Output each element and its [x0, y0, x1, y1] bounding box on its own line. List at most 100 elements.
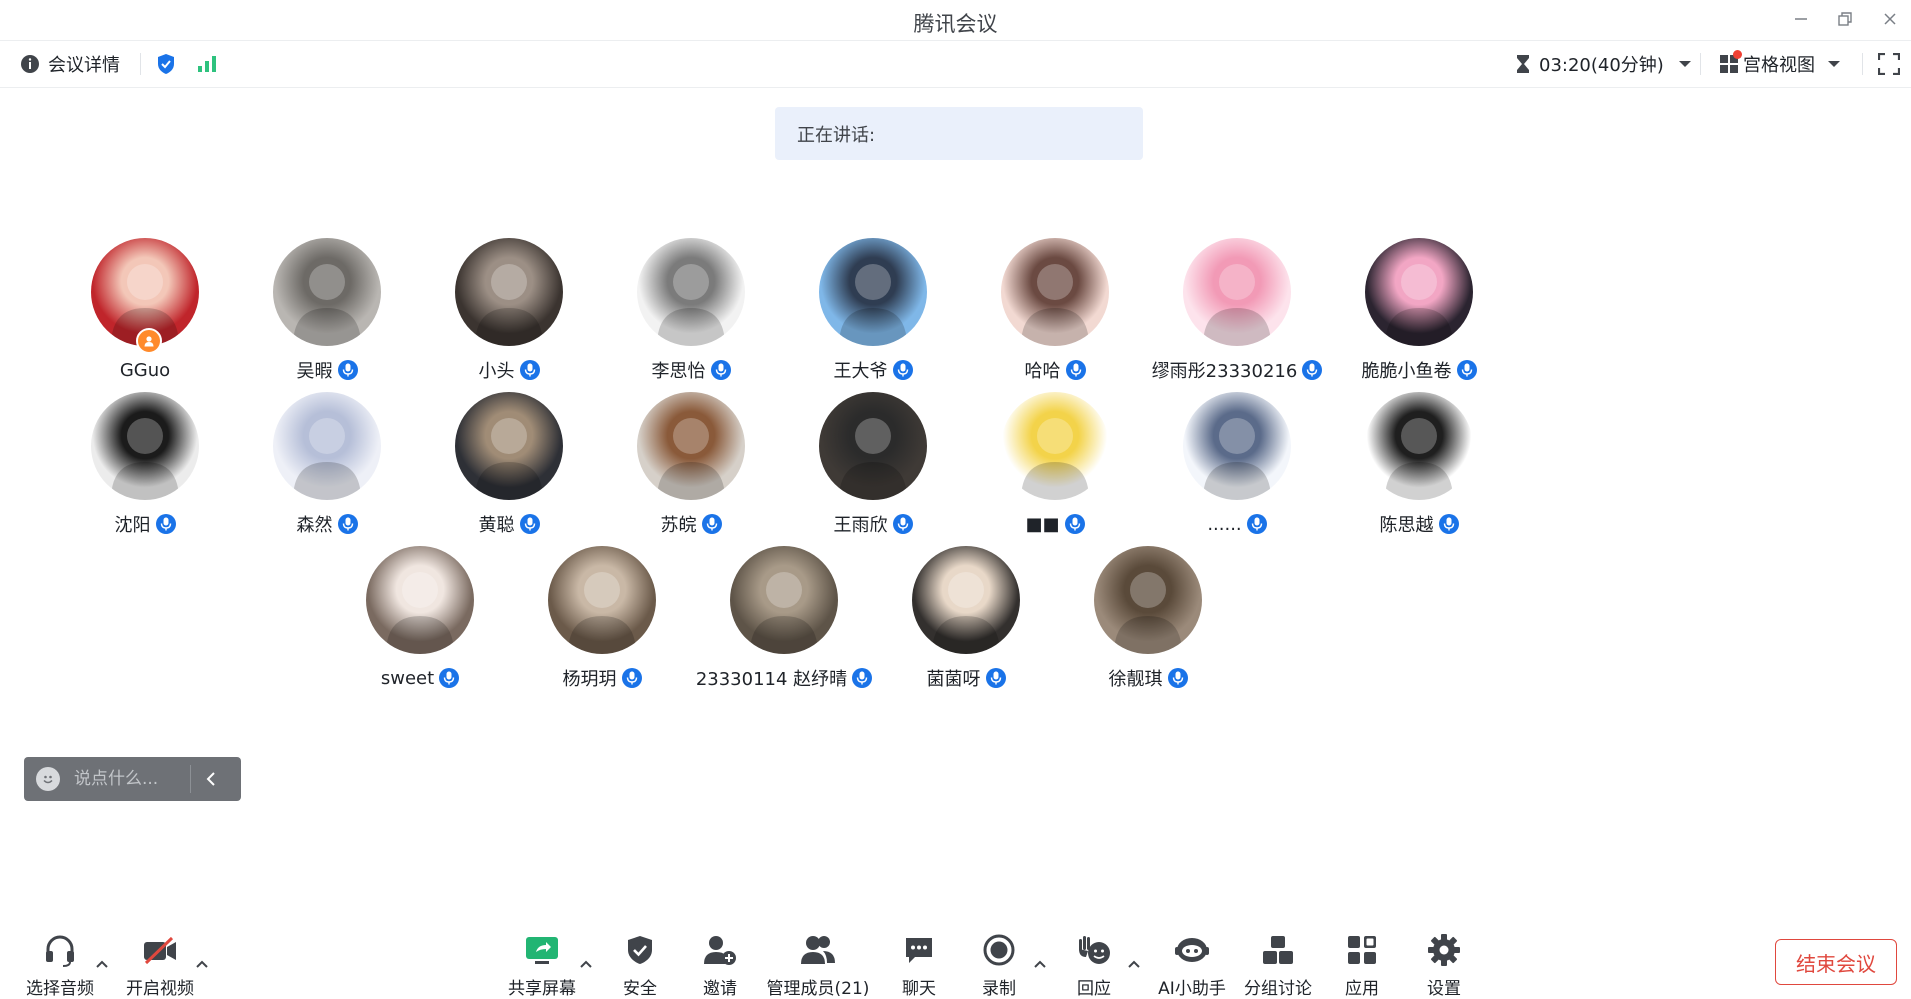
fullscreen-button[interactable] [1878, 41, 1900, 87]
settings-button[interactable]: 设置 [1396, 930, 1492, 999]
record-label: 录制 [982, 979, 1016, 999]
microphone-icon [1438, 514, 1459, 534]
reaction-options-button[interactable] [1125, 957, 1143, 971]
participant-name-row: 李思怡 [652, 358, 731, 382]
avatar[interactable] [273, 238, 381, 346]
microphone-icon [701, 514, 722, 534]
participant-name-row: ...... [1207, 512, 1267, 536]
breakout-rooms-label: 分组讨论 [1244, 979, 1312, 999]
manage-members-button[interactable]: 管理成员(21) [767, 930, 869, 999]
network-status-button[interactable] [197, 41, 217, 87]
participant-name: 吴暇 [296, 361, 333, 382]
microphone-icon [1064, 514, 1085, 534]
collapse-chat-button[interactable] [191, 757, 231, 801]
apps-label: 应用 [1345, 979, 1379, 999]
notification-dot [1733, 50, 1742, 59]
avatar[interactable] [273, 392, 381, 500]
headset-icon [40, 930, 80, 970]
participant-name-row: 王雨欣 [834, 512, 913, 536]
host-icon [136, 328, 162, 354]
info-icon [21, 55, 39, 73]
audio-options-button[interactable] [93, 957, 111, 971]
avatar[interactable] [1001, 392, 1109, 500]
chat-quick-input [24, 757, 241, 801]
participant-name-row: 苏皖 [661, 512, 722, 536]
avatar[interactable] [1183, 392, 1291, 500]
record-icon [979, 930, 1019, 970]
invite-label: 邀请 [703, 979, 737, 999]
invite-button[interactable]: 邀请 [672, 930, 768, 999]
microphone-icon [1456, 360, 1477, 380]
avatar[interactable] [912, 546, 1020, 654]
avatar-image [912, 546, 1020, 654]
chevron-up-icon [196, 960, 208, 968]
avatar-image [1183, 392, 1291, 500]
avatar[interactable] [1001, 238, 1109, 346]
avatar[interactable] [819, 392, 927, 500]
video-options-button[interactable] [193, 957, 211, 971]
end-meeting-button[interactable]: 结束会议 [1775, 939, 1897, 985]
security-label: 安全 [623, 979, 657, 999]
participant-name-row: 陈思越 [1380, 512, 1459, 536]
avatar-image [273, 238, 381, 346]
microphone-icon [1065, 360, 1086, 380]
meeting-details-button[interactable]: 会议详情 [20, 41, 120, 87]
avatar-image [1001, 238, 1109, 346]
participant-name-row: 菌菌呀 [927, 666, 1006, 690]
ai-robot-icon [1172, 930, 1212, 970]
participant-name-row: 王大爷 [834, 358, 913, 382]
meeting-details-label: 会议详情 [48, 55, 120, 76]
avatar[interactable] [730, 546, 838, 654]
participant-tile[interactable]: 陈思越 [1308, 392, 1530, 536]
avatar-image [819, 392, 927, 500]
avatar[interactable] [819, 238, 927, 346]
active-speaker-banner: 正在讲话: [775, 107, 1143, 160]
avatar[interactable] [91, 238, 199, 354]
avatar[interactable] [1094, 546, 1202, 654]
ai-assistant-button[interactable]: AI小助手 [1144, 930, 1240, 999]
apps-grid-icon [1342, 930, 1382, 970]
participant-tile[interactable]: 徐靓琪 [1037, 546, 1259, 690]
participant-name: ■■ [1025, 513, 1060, 535]
participant-name: 沈阳 [114, 515, 151, 536]
signal-bars-icon [198, 56, 216, 72]
microphone-icon [710, 360, 731, 380]
participant-name: GGuo [119, 359, 171, 381]
participant-name: 菌菌呀 [926, 669, 981, 690]
close-button[interactable] [1870, 6, 1910, 32]
breakout-rooms-button[interactable]: 分组讨论 [1230, 930, 1326, 999]
restore-button[interactable] [1825, 6, 1865, 32]
avatar[interactable] [366, 546, 474, 654]
avatar[interactable] [455, 238, 563, 346]
participant-name-row: ■■ [1025, 512, 1085, 536]
avatar-image [637, 392, 745, 500]
emoji-button[interactable] [36, 767, 60, 791]
microphone-icon [337, 360, 358, 380]
avatar[interactable] [637, 392, 745, 500]
participant-name-row: 哈哈 [1025, 358, 1086, 382]
chat-message-input[interactable] [72, 768, 186, 790]
participant-name-row: 黄聪 [479, 512, 540, 536]
chevron-left-icon [206, 772, 215, 786]
ai-assistant-label: AI小助手 [1158, 979, 1226, 999]
avatar[interactable] [1183, 238, 1291, 346]
meeting-timer[interactable]: 03:20(40分钟) [1515, 41, 1692, 87]
avatar[interactable] [548, 546, 656, 654]
minimize-button[interactable] [1781, 6, 1821, 32]
share-screen-button[interactable]: 共享屏幕 [494, 930, 590, 999]
microphone-icon [1246, 514, 1267, 534]
avatar[interactable] [455, 392, 563, 500]
settings-label: 设置 [1427, 979, 1461, 999]
avatar[interactable] [637, 238, 745, 346]
security-status-button[interactable] [156, 41, 176, 87]
view-mode-selector[interactable]: 宫格视图 [1719, 41, 1841, 87]
participant-tile[interactable]: 脆脆小鱼卷 [1308, 238, 1530, 382]
shield-icon [620, 930, 660, 970]
avatar[interactable] [1365, 238, 1473, 346]
avatar-image [819, 238, 927, 346]
participant-name-row: 小头 [479, 358, 540, 382]
chevron-up-icon [96, 960, 108, 968]
avatar[interactable] [1365, 392, 1473, 500]
avatar[interactable] [91, 392, 199, 500]
participant-name-row: 23330114 赵纾晴 [696, 666, 873, 690]
